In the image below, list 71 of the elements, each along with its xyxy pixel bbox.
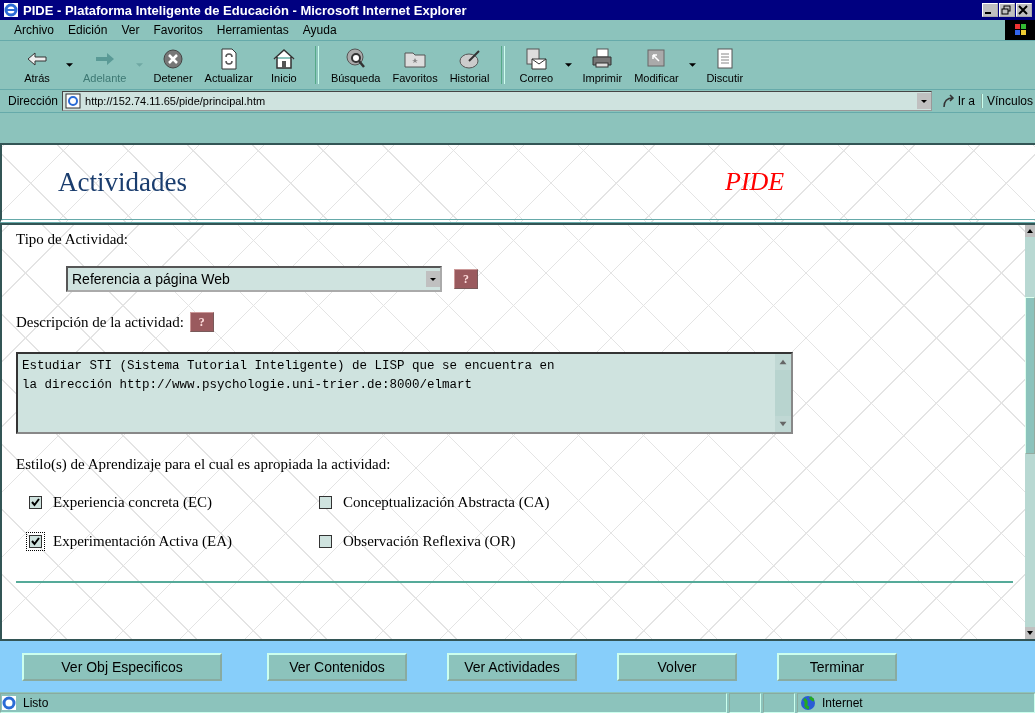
toolbar-button[interactable]: Correo [511, 46, 562, 84]
stop-icon [161, 46, 185, 71]
nav-button[interactable]: Volver [617, 652, 737, 681]
restore-button[interactable] [999, 3, 1015, 17]
menu-item[interactable]: Ver [121, 23, 140, 37]
links-label[interactable]: Vínculos [986, 94, 1035, 108]
checkbox-label: Experiencia concreta (EC) [53, 494, 213, 511]
checkbox-label: Conceptualización Abstracta (CA) [343, 494, 550, 511]
zone-text: Internet [822, 696, 863, 710]
toolbar-button[interactable]: Atrás [12, 46, 62, 84]
page-heading: Actividades [58, 166, 188, 198]
checkbox-label: Observación Reflexiva (OR) [343, 533, 516, 550]
nav-button[interactable]: Terminar [777, 652, 897, 681]
caret-icon[interactable] [688, 63, 696, 67]
window-title: PIDE - Plataforma Inteligente de Educación - Microsoft Internet Explorer [23, 2, 468, 18]
scroll-down-icon[interactable] [1025, 627, 1035, 639]
scroll-thumb[interactable] [1025, 297, 1035, 454]
scrollbar[interactable] [1025, 225, 1035, 639]
caret-icon[interactable] [66, 63, 73, 67]
help-button[interactable]: ? [189, 312, 214, 332]
go-button[interactable]: Ir a [935, 94, 983, 108]
browser-icon [3, 2, 19, 18]
toolbar-button[interactable]: Modificar [628, 46, 685, 84]
caret-icon[interactable] [565, 63, 573, 67]
status-panel [763, 693, 795, 713]
field-label: Descripción de la actividad: [16, 313, 184, 331]
checkbox[interactable] [316, 493, 335, 512]
curved-arrow-icon [941, 94, 956, 108]
menu-item[interactable]: Favoritos [153, 23, 203, 37]
nav-button[interactable]: Ver Obj Especificos [22, 652, 222, 681]
field-label: Estilo(s) de Aprendizaje para el cual es apropiada la actividad: [16, 456, 392, 473]
menu-item[interactable]: Edición [68, 23, 108, 37]
mail-icon [524, 46, 549, 71]
nav-button[interactable]: Ver Contenidos [267, 652, 407, 681]
close-button[interactable] [1016, 3, 1032, 17]
toolbar-button[interactable]: Favoritos [386, 46, 444, 84]
status-text: Listo [23, 696, 49, 710]
scroll-up-icon[interactable] [1025, 225, 1035, 237]
house-icon [271, 46, 296, 71]
status-panel [729, 693, 761, 713]
checkbox-label: Experimentación Activa (EA) [53, 533, 233, 550]
field-label: Tipo de Actividad: [16, 231, 129, 248]
toolbar-button[interactable]: Búsqueda [324, 46, 387, 84]
minimize-icon [985, 12, 991, 14]
printer-icon [590, 46, 615, 71]
menu-item[interactable]: Ayuda [302, 23, 337, 37]
minimize-button[interactable] [982, 3, 998, 17]
toolbar-button[interactable]: Actualizar [198, 46, 259, 84]
close-icon [1018, 5, 1028, 15]
globe-icon [800, 695, 816, 711]
checkbox[interactable] [26, 532, 45, 551]
toolbar-button[interactable]: Inicio [258, 46, 309, 84]
page-icon [1, 695, 17, 711]
checkbox[interactable] [26, 493, 45, 512]
activity-type-select[interactable]: Referencia a página Web [66, 266, 442, 292]
toolbar-button[interactable]: Detener [147, 46, 199, 84]
toolbar-button[interactable]: Historial [443, 46, 496, 84]
description-textarea[interactable]: Estudiar STI (Sistema Tutorial Inteligente) de LISP que se encuentra en la dirección http://www.psychologie.uni-trier.de:8000/elmart [16, 352, 793, 434]
help-button[interactable]: ? [454, 269, 478, 289]
address-label: Dirección [8, 94, 58, 108]
menu-item[interactable]: Archivo [14, 23, 54, 37]
page-icon [65, 93, 81, 109]
windows-logo-icon [1005, 20, 1035, 40]
address-field[interactable]: http://152.74.11.65/pide/principal.htm [62, 91, 932, 111]
toolbar-button[interactable]: Discutir [699, 46, 750, 84]
toolbar-button[interactable]: Imprimir [576, 46, 629, 84]
menu-item[interactable]: Herramientas [216, 23, 289, 37]
restore-icon [1001, 5, 1011, 15]
checkbox[interactable] [316, 532, 335, 551]
brand-name: PIDE [725, 167, 785, 197]
nav-button[interactable]: Ver Actividades [447, 652, 577, 681]
